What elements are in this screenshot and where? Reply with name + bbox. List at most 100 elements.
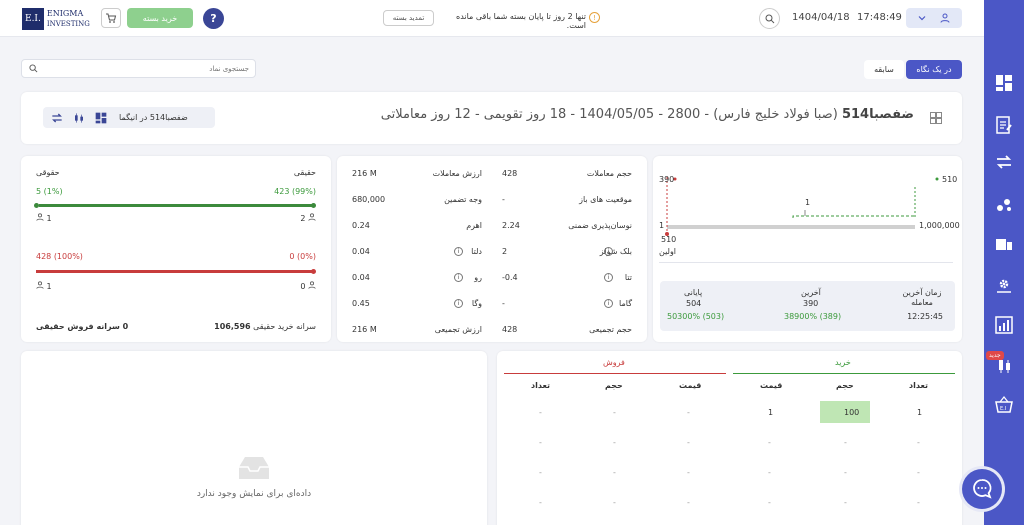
range-track [667,225,915,229]
sell-legal-count-value: 1 [46,282,52,291]
cart-button[interactable] [101,8,121,28]
tab-overview[interactable]: در یک نگاه [906,60,962,79]
info-icon[interactable]: i [454,299,463,308]
buy-real-count: 2 [300,213,316,223]
buy-cell: - [917,468,920,477]
sell-ratio-dot-right [311,269,316,274]
last-label: آخرین [801,288,821,297]
sell-ratio-fill [36,270,314,273]
stat-value: 2.24 [502,221,520,230]
sell-legal-count: 1 [36,281,52,291]
user-menu-button[interactable] [906,8,962,28]
buy-cell: 1 [768,408,774,417]
stat-value: 680,000 [352,195,386,204]
basket-icon: E.I [995,396,1013,413]
low-right-label: 1,000,000 [919,221,960,230]
stat-label: نوسان‌پذیری ضمنی [568,221,632,230]
per-capita-buy: سرانه خرید حقیقی 106,596 [214,322,316,331]
info-icon[interactable]: i [604,273,613,282]
sidebar-item-report[interactable] [994,115,1014,135]
buy-cell: - [917,498,920,507]
buy-ratio-dot-left [34,203,39,208]
search-input[interactable] [49,62,249,75]
gear-icon [997,279,1011,293]
help-button[interactable]: ? [203,8,224,29]
sidebar-item-dashboard[interactable] [994,73,1014,93]
user-icon [36,213,44,221]
symbol-search[interactable] [21,59,256,78]
logo[interactable]: E.I. ENIGMA INVESTING [22,8,94,30]
symbol-title: ضفصبا514 (صبا فولاد خلیج فارس) - 2800 - … [354,107,914,122]
legal-label-1: حقوقی [36,168,60,177]
buy-cell: - [844,438,847,447]
sidebar-item-ei-shop[interactable]: E.I [994,395,1014,415]
buy-cell: - [768,468,771,477]
stat-value: 428 [502,325,518,334]
search-button[interactable] [759,8,780,29]
sidebar-item-analysis[interactable] [994,195,1014,215]
buy-ratio-fill [38,204,314,207]
buy-cell: - [768,498,771,507]
empty-message: داده‌ای برای نمایش وجود ندارد [196,489,312,499]
logo-text-1: ENIGMA [46,9,84,18]
info-icon[interactable]: i [454,247,463,256]
stat-value: 0.24 [352,221,370,230]
sell-cell: - [539,498,542,507]
info-icon[interactable]: i [454,273,463,282]
buy-cell: 100 [844,408,860,417]
buy-package-button[interactable]: خرید بسته [127,8,193,28]
stat-value: - [502,299,505,308]
enigma-tag[interactable]: ضفصبا514 در انیگما [43,107,215,128]
sidebar-item-options[interactable] [994,152,1014,172]
info-icon[interactable]: i [604,299,613,308]
sell-cell: - [613,498,616,507]
dashboard-icon [95,112,107,123]
sidebar-item-settings[interactable] [994,275,1014,295]
options-icon [52,113,62,122]
tab-history[interactable]: سابقه [864,60,904,79]
chat-button[interactable] [962,469,1002,509]
top-bar: E.I. ENIGMA INVESTING خرید بسته ? تمدید … [0,0,984,37]
close-line [792,215,915,218]
buy-legal-count-value: 1 [46,214,52,223]
stat-label: وجه تضمین [444,195,482,204]
per-capita-sell: 0 سرانه فروش حقیقی [36,322,129,331]
sidebar-item-chart[interactable] [994,315,1014,335]
user-icon [308,213,316,221]
symbol-details: (صبا فولاد خلیج فارس) - 2800 - 1404/05/0… [380,107,838,122]
buy-ratio-bar [34,203,316,208]
trades-card: داده‌ای برای نمایش وجود ندارد [21,351,487,525]
sidebar: جدید E.I [984,0,1024,525]
buy-underline [733,373,955,374]
buy-legal-count: 1 [36,213,52,223]
candle-icon [75,112,83,123]
stat-label: تتا [624,273,632,282]
stats-card: حجم معاملات 428 موقعیت های باز - نوسان‌پذیری… [337,156,647,342]
options-icon [996,155,1012,169]
buy-cell: - [917,438,920,447]
stat-label: حجم تجمیعی [589,325,632,334]
symbol-name: ضفصبا514 [841,107,914,122]
buy-real-count-value: 2 [300,214,306,223]
stat-label: دلتا [471,247,482,256]
last-high-dot [935,177,939,181]
symbol-header-card: ضفصبا514 (صبا فولاد خلیج فارس) - 2800 - … [21,92,962,144]
renew-button[interactable]: تمدید بسته [383,10,434,26]
last-change: 38900% (389) [784,312,842,321]
sell-real-count-value: 0 [300,282,306,291]
sell-cell: - [613,438,616,447]
info-icon[interactable]: i [604,247,613,256]
buy-column-header: حجم [836,381,854,390]
warning-icon: ! [589,12,600,23]
search-icon [765,14,774,23]
close-value: 504 [686,299,702,308]
chart-icon [995,316,1013,334]
grid-icon[interactable] [930,112,942,124]
sell-column-header: قیمت [679,381,702,390]
logo-mark: E.I. [22,8,44,30]
sell-cell: - [687,438,690,447]
sidebar-item-money[interactable] [994,234,1014,254]
sell-cell: - [539,408,542,417]
stat-value: 0.45 [352,299,370,308]
stat-value: 2 [502,247,508,256]
